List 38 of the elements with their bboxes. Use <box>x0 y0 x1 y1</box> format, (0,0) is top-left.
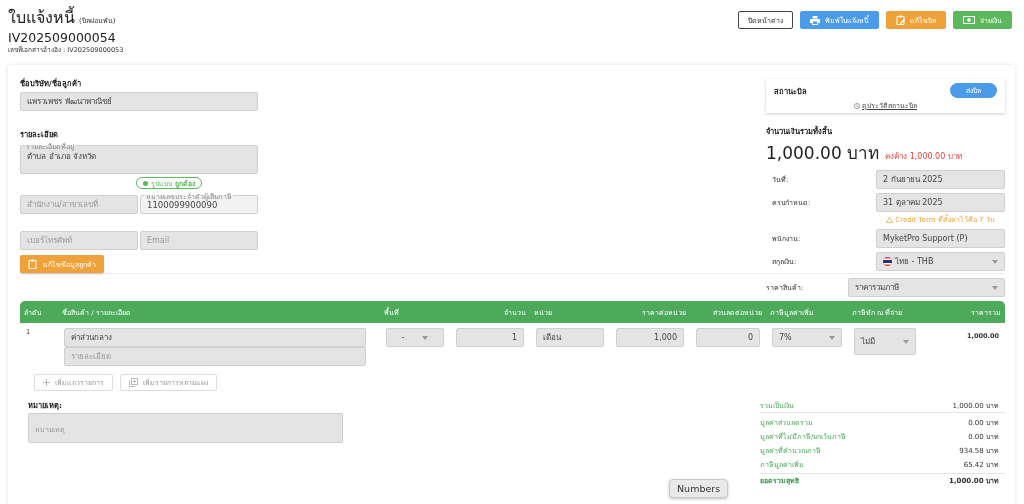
outstanding-amount: คงค้าง 1,000.00 บาท <box>885 151 962 163</box>
price-type-select[interactable]: ราคารวมภาษี <box>848 278 1005 297</box>
warning-icon <box>886 216 894 223</box>
form-field[interactable]: MyketPro Support (P) <box>876 229 1005 248</box>
withholding-tax-select[interactable]: ไม่มี <box>854 328 916 355</box>
total-amount: 1,000.00 บาท <box>766 142 880 165</box>
area-select[interactable]: - <box>386 328 444 347</box>
caret-down-icon <box>422 335 429 340</box>
caret-down-icon <box>992 259 998 264</box>
phone-field[interactable]: เบอร์โทรศัพท์ <box>20 231 138 251</box>
customer-name-field[interactable]: แพรวเพชร พัฒนาพาณิชย์ <box>20 92 258 111</box>
product-name-field[interactable]: ค่าส่วนกลาง <box>64 328 366 347</box>
branch-field[interactable]: สำนักงาน/สาขาเลขที่ <box>20 195 138 215</box>
unit-field[interactable]: เดือน <box>536 328 604 347</box>
plus-icon <box>43 379 50 386</box>
document-number: IV202509000054 <box>8 30 117 45</box>
form-field[interactable]: 2 กันยายน 2025 <box>876 170 1005 189</box>
form-field[interactable]: 31 ตุลาคม 2025 <box>876 193 1005 212</box>
caret-down-icon <box>829 335 835 340</box>
clipboard-pencil-icon <box>28 259 37 270</box>
check-circle-icon <box>143 180 149 186</box>
flag-icon <box>883 257 892 266</box>
clipboard-pencil-icon <box>896 15 905 25</box>
vat-select[interactable]: 7% <box>772 328 842 347</box>
caret-down-icon <box>992 285 998 290</box>
product-detail-field[interactable]: รายละเอียด <box>64 347 366 366</box>
currency-select[interactable]: ไทย - THB <box>876 252 1005 271</box>
dock-tooltip: Numbers <box>669 479 729 498</box>
caret-down-icon <box>903 339 909 344</box>
printer-icon <box>810 15 820 25</box>
page-title: ใบแจ้งหนี้ <box>8 5 75 29</box>
email-field[interactable]: Email <box>140 231 258 251</box>
discount-field[interactable]: 0 <box>696 328 760 347</box>
quantity-field[interactable]: 1 <box>456 328 524 347</box>
add-copy-icon <box>129 378 138 387</box>
clock-icon <box>854 102 860 109</box>
cash-icon <box>963 16 975 24</box>
unit-price-field[interactable]: 1,000 <box>616 328 684 347</box>
